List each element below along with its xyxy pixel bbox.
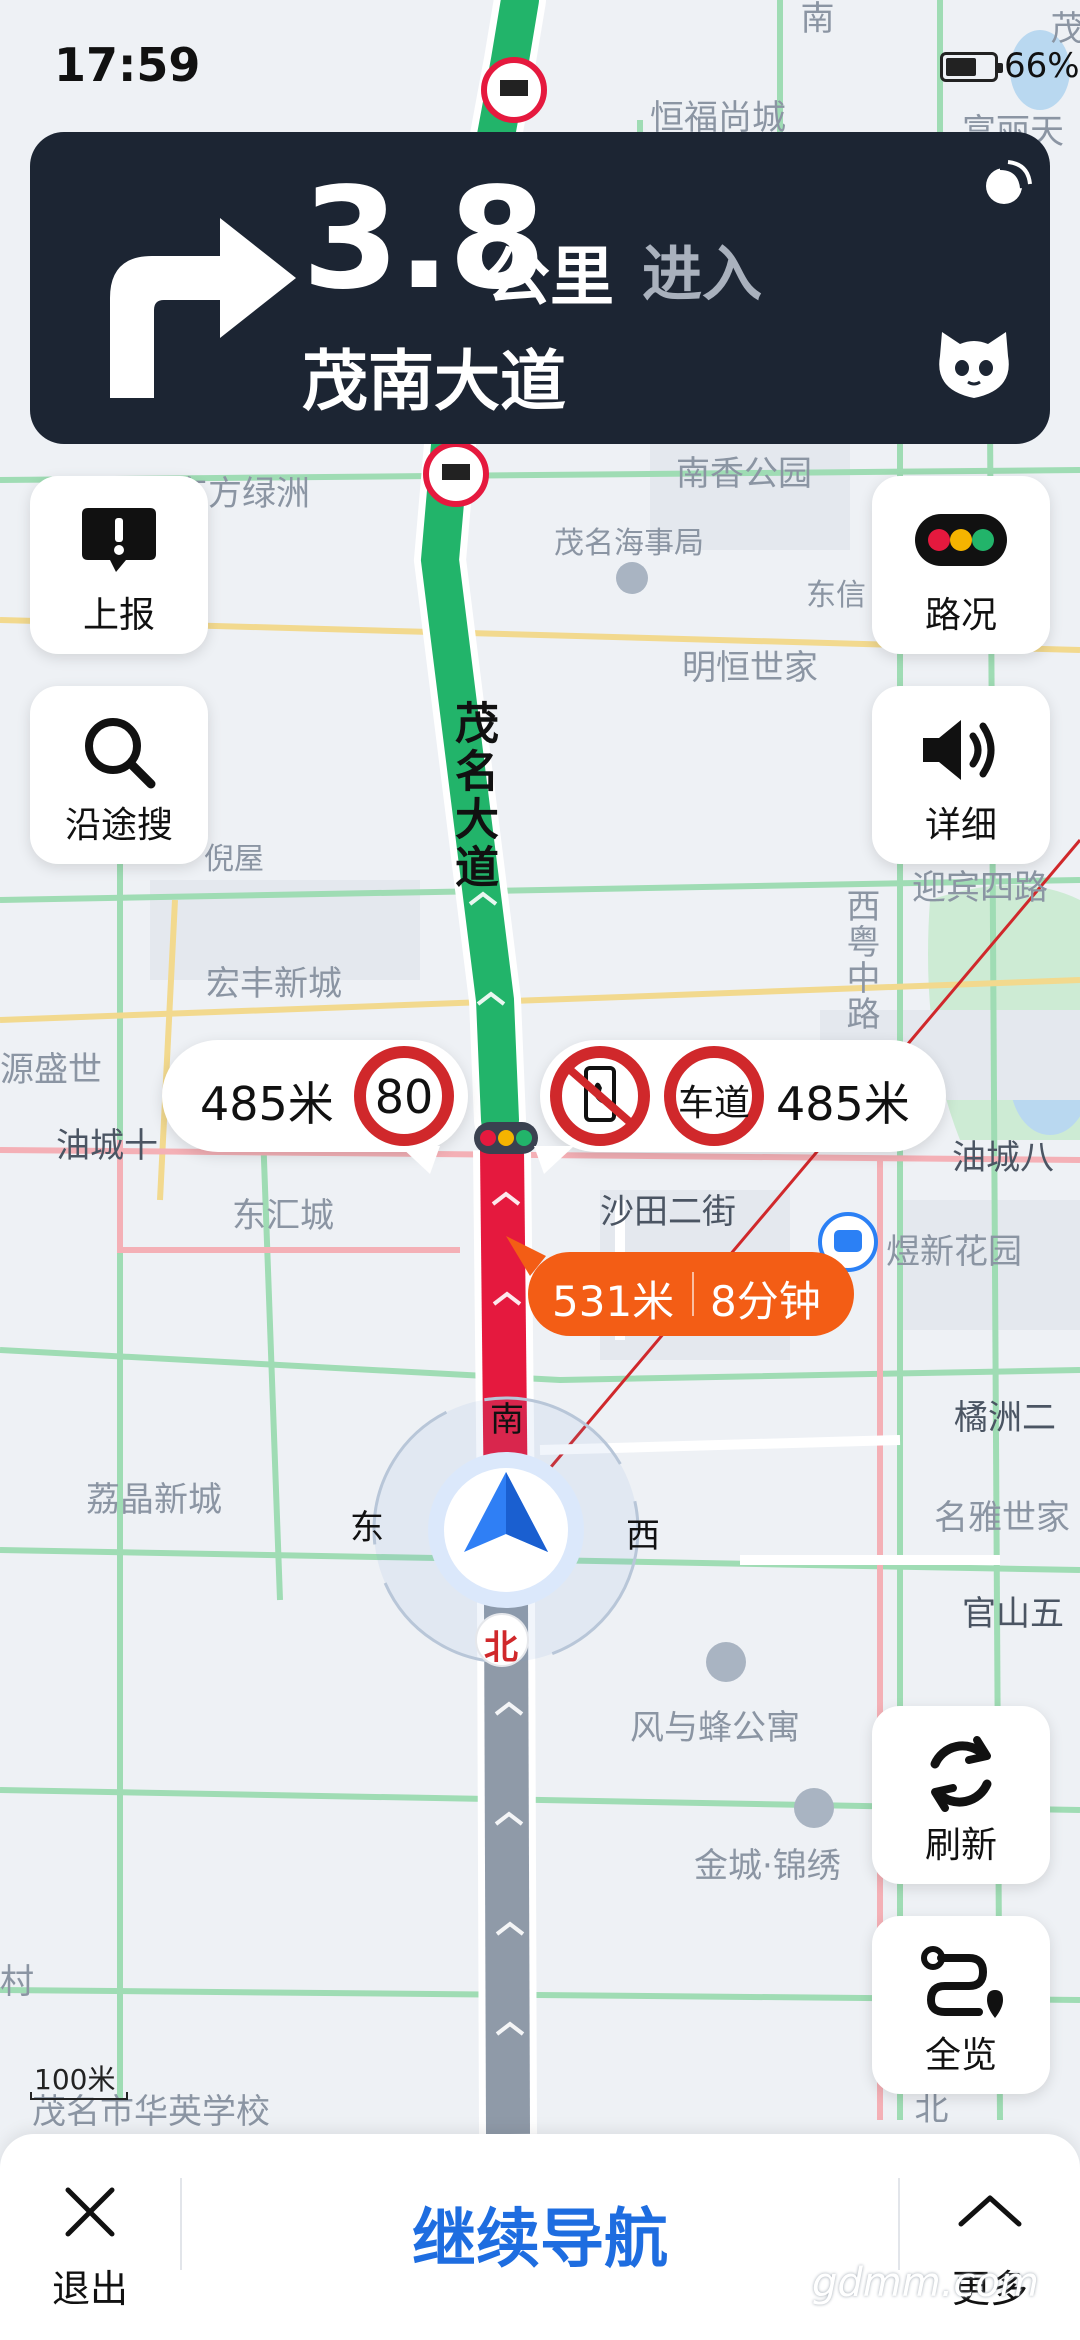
speaker-icon — [923, 720, 995, 780]
map-label: 明恒世家 — [682, 648, 818, 688]
map-label: 东信 — [806, 578, 866, 613]
report-button[interactable]: 上报 — [30, 476, 208, 654]
map-label: 油城十 — [56, 1126, 158, 1166]
detail-label: 详细 — [924, 805, 997, 846]
status-time: 17:59 — [54, 38, 201, 92]
exit-label: 退出 — [51, 2267, 128, 2311]
gps-signal-icon — [986, 160, 1032, 204]
traffic-light-icon — [915, 514, 1007, 566]
search-icon — [85, 718, 156, 789]
map-label: 官山五 — [962, 1594, 1064, 1634]
map-label: 油城八 — [952, 1138, 1054, 1178]
speed-camera-distance: 485米 — [200, 1077, 334, 1131]
map-label: 风与蜂公寓 — [630, 1708, 800, 1748]
speed-limit-sign: 80 — [354, 1046, 454, 1146]
compass-east: 东 — [350, 1508, 384, 1548]
map-label: 宏丰新城 — [206, 964, 342, 1004]
watermark: gdmm.com — [812, 2260, 1039, 2306]
congestion-time: 8分钟 — [710, 1277, 821, 1326]
lane-sign-label: 车道 — [677, 1083, 750, 1124]
guidance-action: 进入 — [642, 240, 762, 310]
compass-west: 西 — [626, 1516, 660, 1556]
refresh-label: 刷新 — [924, 1825, 997, 1866]
continue-navigation-label: 继续导航 — [412, 2203, 668, 2277]
voice-assistant-icon[interactable] — [932, 326, 1016, 404]
road-label-current: 茂名大道 — [447, 700, 498, 892]
no-phone-sign — [550, 1046, 650, 1146]
lane-callout-pointer — [534, 1146, 574, 1174]
map-label: 西粤中路 — [840, 888, 880, 1032]
map-label: 橘洲二 — [954, 1398, 1056, 1438]
congestion-info[interactable]: 531米 8分钟 — [528, 1252, 854, 1336]
guidance-road-name: 茂南大道 — [302, 343, 566, 420]
traffic-label: 路况 — [924, 595, 997, 636]
continue-navigation-button[interactable]: 继续导航 — [182, 2162, 898, 2292]
map-label: 倪屋 — [204, 842, 264, 877]
map-label: 茂 — [1044, 10, 1080, 46]
refresh-icon — [930, 1736, 992, 1812]
map-label: 迎宾四路 — [912, 868, 1048, 908]
battery-percent: 66% — [1004, 46, 1080, 86]
phone-icon — [565, 1064, 635, 1128]
map-scale-bar — [30, 2092, 128, 2100]
guidance-card[interactable]: 3.8 公里 进入 茂南大道 — [30, 132, 1050, 444]
bottom-action-bar: 退出 继续导航 更多 — [0, 2134, 1080, 2340]
map-label: 东汇城 — [232, 1196, 334, 1236]
overview-label: 全览 — [924, 2035, 997, 2076]
battery-icon — [940, 52, 1003, 82]
map-label: 荔晶新城 — [86, 1480, 222, 1520]
map-label: 北 — [908, 2090, 948, 2126]
guidance-unit: 公里 — [486, 241, 614, 315]
overview-button[interactable]: 全览 — [872, 1916, 1050, 2094]
map-label: 名雅世家 — [934, 1498, 1070, 1538]
refresh-button[interactable]: 刷新 — [872, 1706, 1050, 1884]
speed-limit-value: 80 — [374, 1070, 434, 1124]
lane-sign: 车道 — [664, 1046, 764, 1146]
volume-detail-button[interactable]: 详细 — [872, 686, 1050, 864]
search-along-button[interactable]: 沿途搜 — [30, 686, 208, 864]
route-overview-icon — [921, 1946, 1003, 2018]
compass-south: 南 — [490, 1400, 524, 1440]
map-label: 沙田二街 — [600, 1192, 736, 1232]
report-icon — [82, 508, 156, 572]
turn-right-icon — [110, 218, 296, 398]
close-icon — [65, 2187, 115, 2237]
chevron-up-icon — [958, 2195, 1022, 2227]
congestion-distance: 531米 — [552, 1277, 675, 1326]
lane-distance: 485米 — [776, 1077, 910, 1131]
map-label: 南 — [794, 0, 834, 36]
map-label: 茂名海事局 — [554, 526, 704, 561]
battery-fill — [946, 58, 976, 76]
speed-camera-callout[interactable]: 485米 80 — [162, 1040, 468, 1152]
map-label: 金城·锦绣 — [694, 1846, 841, 1886]
compass-north: 北 — [484, 1628, 518, 1668]
traffic-button[interactable]: 路况 — [872, 476, 1050, 654]
no-phone-lane-callout[interactable]: 车道 485米 — [540, 1040, 946, 1152]
map-label: 煜新花园 — [886, 1232, 1022, 1272]
exit-button[interactable]: 退出 — [30, 2162, 150, 2312]
map-label: 源盛世 — [0, 1050, 102, 1090]
map-label: 南香公园 — [676, 454, 812, 494]
speed-callout-pointer — [400, 1146, 440, 1174]
map-label: 村 — [0, 1962, 34, 2002]
search-along-label: 沿途搜 — [64, 805, 173, 846]
report-label: 上报 — [82, 595, 155, 636]
